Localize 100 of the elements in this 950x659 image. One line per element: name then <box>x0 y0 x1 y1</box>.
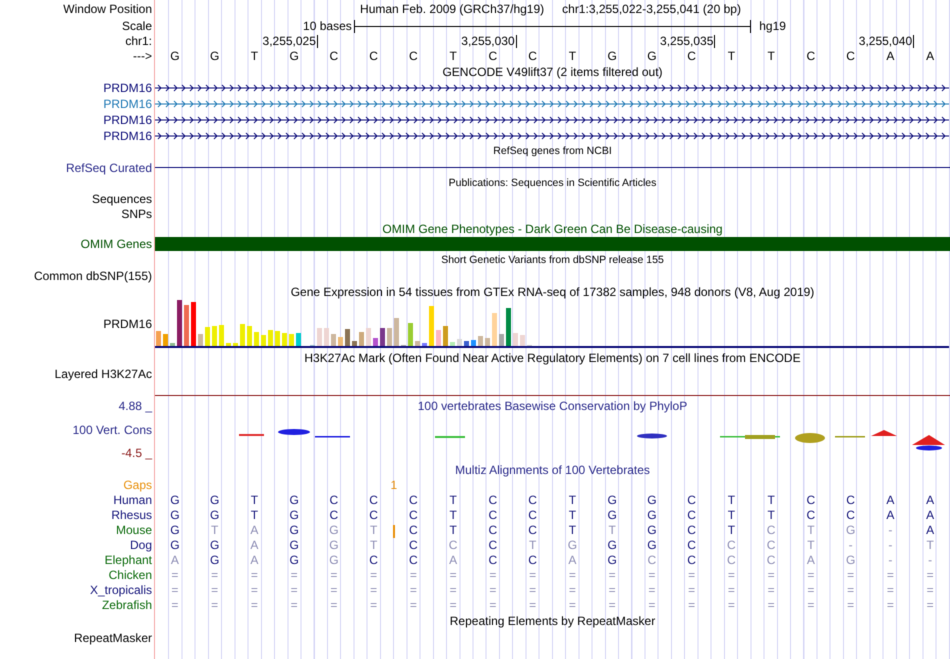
aligned-base: G <box>288 538 300 550</box>
species-name: Rhesus <box>111 508 152 520</box>
aligned-base: T <box>607 524 617 536</box>
species-name: Mouse <box>116 524 152 536</box>
aligned-base: = <box>329 584 338 596</box>
aligned-base: = <box>528 598 538 610</box>
gene-name[interactable]: PRDM16 <box>103 114 152 126</box>
aligned-base: G <box>288 494 300 506</box>
aligned-base: C <box>408 538 419 550</box>
aligned-base: G <box>288 524 300 536</box>
base-letter: G <box>208 50 220 62</box>
aligned-base: C <box>766 554 776 566</box>
gene-name[interactable]: PRDM16 <box>103 98 152 110</box>
track-title: Repeating Elements by RepeatMasker <box>450 615 656 627</box>
aligned-base: C <box>527 554 538 566</box>
aligned-base: A <box>170 554 180 566</box>
aligned-base: = <box>290 584 299 596</box>
aligned-base: = <box>329 568 338 580</box>
base-letter: C <box>806 50 816 62</box>
track-label: Gaps <box>123 479 152 491</box>
aligned-base: C <box>766 524 776 536</box>
species-name: X_tropicalis <box>90 584 152 596</box>
base-letter: C <box>488 50 498 62</box>
aligned-base: = <box>806 598 816 610</box>
aligned-base: C <box>408 508 419 520</box>
gene-strand-drawing[interactable] <box>155 132 949 140</box>
aligned-base: C <box>448 538 458 550</box>
strand-label: ---> <box>133 50 152 62</box>
aligned-base: C <box>488 508 498 520</box>
aligned-base: - <box>887 554 894 566</box>
track-title: RefSeq genes from NCBI <box>493 146 612 157</box>
gene-strand-drawing[interactable] <box>155 84 949 92</box>
aligned-base: = <box>647 568 656 580</box>
gene-strand-drawing[interactable] <box>155 116 949 124</box>
aligned-base: = <box>528 568 538 580</box>
aligned-base: C <box>845 494 856 506</box>
aligned-base: T <box>766 508 776 520</box>
aligned-base: G <box>328 538 340 550</box>
aligned-base: A <box>249 538 260 550</box>
aligned-base: = <box>886 568 895 580</box>
aligned-base: = <box>170 598 180 610</box>
species-name: Chicken <box>108 568 152 580</box>
aligned-base: = <box>568 584 577 596</box>
aligned-base: C <box>328 494 340 506</box>
gene-name[interactable]: PRDM16 <box>103 82 152 94</box>
aligned-base: T <box>726 508 736 520</box>
aligned-base: C <box>726 538 737 550</box>
aligned-base: G <box>646 494 658 506</box>
aligned-base: = <box>766 568 776 580</box>
track-label: RefSeq Curated <box>66 162 152 174</box>
aligned-base: = <box>488 584 498 596</box>
aligned-base: C <box>845 508 856 520</box>
aligned-base: = <box>488 598 498 610</box>
aligned-base: - <box>887 538 894 550</box>
aligned-base: G <box>646 538 658 550</box>
aligned-base: C <box>408 494 419 506</box>
aligned-base: T <box>806 524 816 536</box>
track-title: OMIM Gene Phenotypes - Dark Green Can Be Disease-causing <box>382 222 723 234</box>
aligned-base: A <box>249 554 260 566</box>
aligned-base: G <box>288 508 300 520</box>
aligned-base: = <box>846 568 856 580</box>
aligned-base: T <box>250 494 260 506</box>
track-label: 100 Vert. Cons <box>72 424 152 436</box>
aligned-base: A <box>448 554 458 566</box>
aligned-base: G <box>646 524 658 536</box>
aligned-base: = <box>210 584 220 596</box>
aligned-base: T <box>568 494 578 506</box>
aligned-base: = <box>926 598 935 610</box>
aligned-base: - <box>848 538 854 550</box>
aligned-base: C <box>368 554 379 566</box>
aligned-base: = <box>766 584 776 596</box>
aligned-base: T <box>568 508 578 520</box>
aligned-base: = <box>329 598 338 610</box>
species-name: Dog <box>130 538 152 550</box>
coordinate-tick: 3,255,040 <box>858 34 914 48</box>
aligned-base: A <box>567 554 578 566</box>
aligned-base: C <box>806 494 816 506</box>
base-letter: T <box>250 50 260 62</box>
aligned-base: T <box>448 494 458 506</box>
aligned-base: G <box>844 554 856 566</box>
aligned-base: G <box>328 524 340 536</box>
aligned-base: = <box>369 584 378 596</box>
base-letter: C <box>368 50 379 62</box>
aligned-base: = <box>926 568 935 580</box>
aligned-base: = <box>647 598 656 610</box>
aligned-base: G <box>169 524 181 536</box>
gene-name[interactable]: PRDM16 <box>103 130 152 142</box>
aligned-base: G <box>646 508 658 520</box>
aligned-base: G <box>208 538 220 550</box>
base-letter: G <box>606 50 618 62</box>
aligned-base: T <box>368 524 378 536</box>
aligned-base: = <box>687 598 696 610</box>
track-title: Multiz Alignments of 100 Vertebrates <box>455 464 650 476</box>
aligned-base: T <box>448 524 458 536</box>
aligned-base: G <box>844 524 856 536</box>
track-label: RepeatMasker <box>74 632 152 644</box>
position-text: chr1:3,255,022-3,255,041 (20 bp) <box>562 3 741 15</box>
base-letter: A <box>885 50 896 62</box>
base-letter: T <box>568 50 578 62</box>
aligned-base: = <box>926 584 935 596</box>
